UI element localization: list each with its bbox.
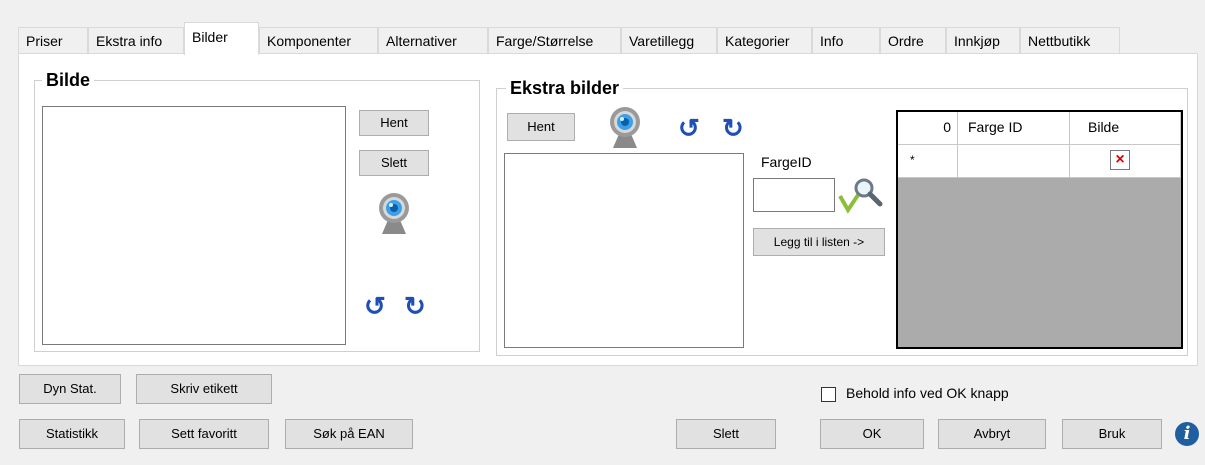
farge-id-input[interactable] bbox=[753, 178, 835, 212]
ekstra-image-box[interactable] bbox=[504, 153, 744, 348]
behold-info-checkbox[interactable] bbox=[821, 387, 836, 402]
grid-header-bilde[interactable]: Bilde bbox=[1070, 112, 1181, 145]
tab-kategorier[interactable]: Kategorier bbox=[717, 27, 812, 54]
grid-new-row-marker: * bbox=[898, 145, 958, 178]
behold-info-label: Behold info ved OK knapp bbox=[846, 385, 1009, 401]
tab-info[interactable]: Info bbox=[812, 27, 880, 54]
tab-ordre[interactable]: Ordre bbox=[880, 27, 946, 54]
rotate-left-icon[interactable]: ↺ bbox=[364, 293, 386, 319]
ekstra-bilder-title: Ekstra bilder bbox=[506, 78, 624, 98]
webcam-icon[interactable] bbox=[603, 104, 647, 150]
grid-cell-farge-id[interactable] bbox=[958, 145, 1070, 178]
ekstra-fetch-button[interactable]: Hent bbox=[507, 113, 575, 141]
bruk-button[interactable]: Bruk bbox=[1062, 419, 1162, 449]
bilde-image-box[interactable] bbox=[42, 106, 346, 345]
tab-komponenter[interactable]: Komponenter bbox=[259, 27, 378, 54]
ok-button[interactable]: OK bbox=[820, 419, 924, 449]
statistikk-button[interactable]: Statistikk bbox=[19, 419, 125, 449]
grid-corner-cell: 0 bbox=[898, 112, 958, 145]
add-to-list-button[interactable]: Legg til i listen -> bbox=[753, 228, 885, 256]
rotate-right-icon[interactable]: ↻ bbox=[404, 293, 426, 319]
sok-pa-ean-button[interactable]: Søk på EAN bbox=[285, 419, 413, 449]
tab-nettbutikk[interactable]: Nettbutikk bbox=[1020, 27, 1120, 54]
bilde-group-title: Bilde bbox=[42, 70, 95, 90]
tab-alternativer[interactable]: Alternativer bbox=[378, 27, 488, 54]
tab-bar: Priser Ekstra info Bilder Komponenter Al… bbox=[18, 22, 1178, 55]
tab-farge-storrelse[interactable]: Farge/Størrelse bbox=[488, 27, 621, 54]
avbryt-button[interactable]: Avbryt bbox=[938, 419, 1046, 449]
grid-cell-bilde[interactable]: × bbox=[1070, 145, 1181, 178]
grid-header-farge-id[interactable]: Farge ID bbox=[958, 112, 1070, 145]
tab-varetillegg[interactable]: Varetillegg bbox=[621, 27, 717, 54]
dyn-stat-button[interactable]: Dyn Stat. bbox=[19, 374, 121, 404]
webcam-icon[interactable] bbox=[372, 190, 416, 236]
farge-bilde-grid[interactable]: 0 Farge ID Bilde * × bbox=[896, 110, 1183, 349]
delete-x-icon[interactable]: × bbox=[1110, 150, 1130, 170]
bilde-fetch-button[interactable]: Hent bbox=[359, 110, 429, 136]
info-icon[interactable]: i bbox=[1175, 422, 1199, 446]
search-color-icon[interactable] bbox=[838, 174, 884, 214]
rotate-right-icon[interactable]: ↻ bbox=[722, 115, 744, 141]
sett-favoritt-button[interactable]: Sett favoritt bbox=[139, 419, 269, 449]
skriv-etikett-button[interactable]: Skriv etikett bbox=[136, 374, 272, 404]
tab-innkjop[interactable]: Innkjøp bbox=[946, 27, 1020, 54]
tab-priser[interactable]: Priser bbox=[18, 27, 88, 54]
slett-button[interactable]: Slett bbox=[676, 419, 776, 449]
rotate-left-icon[interactable]: ↺ bbox=[678, 115, 700, 141]
bilde-delete-button[interactable]: Slett bbox=[359, 150, 429, 176]
tab-bilder[interactable]: Bilder bbox=[184, 22, 259, 55]
tab-ekstra-info[interactable]: Ekstra info bbox=[88, 27, 184, 54]
farge-id-label: FargeID bbox=[761, 154, 812, 170]
